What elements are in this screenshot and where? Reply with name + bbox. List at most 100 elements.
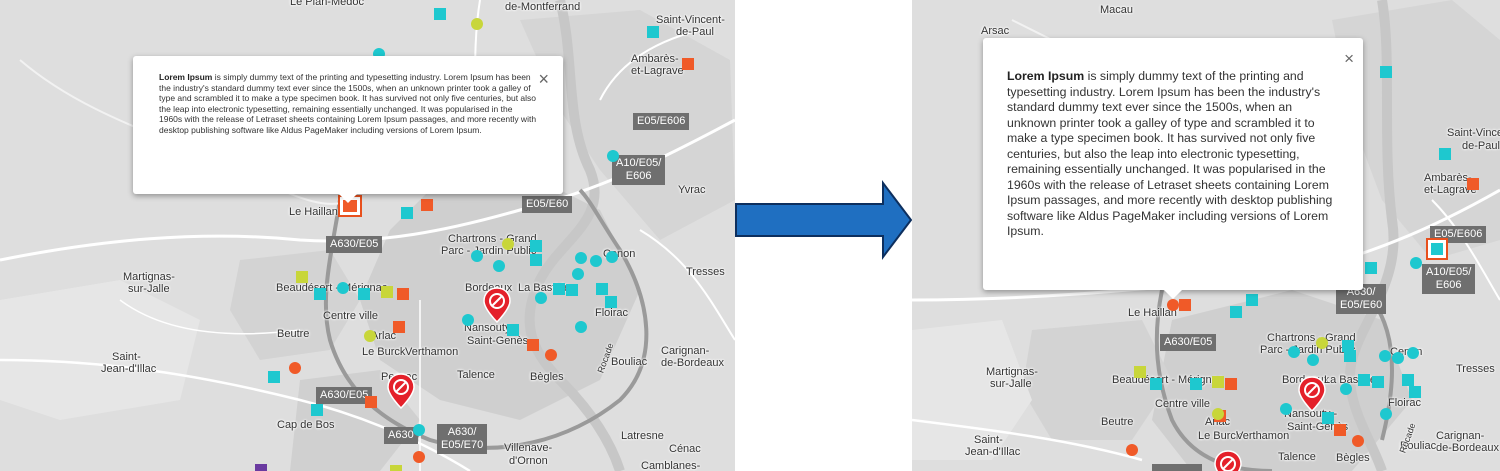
teal-square-marker[interactable]	[1402, 374, 1414, 386]
orange-square-marker[interactable]	[421, 199, 433, 211]
lime-square-marker[interactable]	[1212, 376, 1224, 388]
teal-circle-marker[interactable]	[1379, 350, 1391, 362]
teal-circle-marker[interactable]	[575, 252, 587, 264]
teal-circle-marker[interactable]	[607, 150, 619, 162]
orange-circle-marker[interactable]	[1126, 444, 1138, 456]
teal-circle-marker[interactable]	[493, 260, 505, 272]
teal-square-marker[interactable]	[1380, 66, 1392, 78]
teal-square-marker[interactable]	[1190, 378, 1202, 390]
lime-circle-marker[interactable]	[502, 238, 514, 250]
orange-square-marker[interactable]	[393, 321, 405, 333]
teal-square-marker[interactable]	[358, 288, 370, 300]
place-label: Camblanes-	[641, 460, 701, 471]
orange-circle-marker[interactable]	[413, 451, 425, 463]
place-label: Talence	[457, 369, 495, 381]
popup-title: Lorem Ipsum	[159, 72, 213, 82]
place-label: Centre ville	[323, 310, 379, 322]
lime-square-marker[interactable]	[1134, 366, 1146, 378]
teal-circle-marker[interactable]	[575, 321, 587, 333]
orange-circle-marker[interactable]	[545, 349, 557, 361]
orange-square-marker[interactable]	[527, 339, 539, 351]
orange-circle-marker[interactable]	[289, 362, 301, 374]
teal-circle-marker[interactable]	[337, 282, 349, 294]
selected-marker[interactable]	[1426, 238, 1448, 260]
orange-square-marker[interactable]	[1225, 378, 1237, 390]
place-label: Jean-d'Illac	[965, 446, 1021, 458]
teal-square-marker[interactable]	[1230, 306, 1242, 318]
popup-tail	[339, 194, 357, 203]
teal-square-marker[interactable]	[507, 324, 519, 336]
orange-square-marker[interactable]	[1334, 424, 1346, 436]
teal-square-marker[interactable]	[268, 371, 280, 383]
teal-square-marker[interactable]	[566, 284, 578, 296]
popup-tail	[1164, 290, 1182, 299]
teal-circle-marker[interactable]	[606, 251, 618, 263]
lime-circle-marker[interactable]	[471, 18, 483, 30]
place-label: Beaudésert - Mérignac	[1112, 374, 1224, 386]
teal-square-marker[interactable]	[1246, 294, 1258, 306]
purple-square-marker[interactable]	[255, 464, 267, 471]
close-icon[interactable]: ×	[538, 70, 549, 88]
teal-square-marker[interactable]	[647, 26, 659, 38]
teal-circle-marker[interactable]	[1392, 352, 1404, 364]
teal-square-marker[interactable]	[1372, 376, 1384, 388]
teal-square-marker[interactable]	[1439, 148, 1451, 160]
teal-circle-marker[interactable]	[413, 424, 425, 436]
teal-square-marker[interactable]	[1365, 262, 1377, 274]
map-pin-icon[interactable]	[387, 373, 415, 409]
place-label: Chartrons - Grand	[448, 233, 537, 245]
lime-circle-marker[interactable]	[1316, 337, 1328, 349]
teal-circle-marker[interactable]	[572, 268, 584, 280]
lime-square-marker[interactable]	[390, 465, 402, 471]
teal-square-marker[interactable]	[401, 207, 413, 219]
orange-square-marker[interactable]	[365, 396, 377, 408]
teal-circle-marker[interactable]	[1410, 257, 1422, 269]
teal-square-marker[interactable]	[1409, 386, 1421, 398]
teal-circle-marker[interactable]	[462, 314, 474, 326]
teal-square-marker[interactable]	[434, 8, 446, 20]
teal-circle-marker[interactable]	[535, 292, 547, 304]
close-icon[interactable]: ×	[1344, 50, 1354, 67]
teal-circle-marker[interactable]	[590, 255, 602, 267]
teal-circle-marker[interactable]	[1288, 346, 1300, 358]
teal-square-marker[interactable]	[1344, 350, 1356, 362]
map-pin-icon[interactable]	[483, 287, 511, 323]
teal-circle-marker[interactable]	[1380, 408, 1392, 420]
teal-square-marker[interactable]	[314, 288, 326, 300]
orange-square-marker[interactable]	[1179, 299, 1191, 311]
orange-circle-marker[interactable]	[1352, 435, 1364, 447]
map-pin-icon[interactable]	[1214, 450, 1242, 471]
teal-square-marker[interactable]	[605, 296, 617, 308]
orange-square-marker[interactable]	[397, 288, 409, 300]
map-pin-icon[interactable]	[1298, 376, 1326, 412]
lime-circle-marker[interactable]	[364, 330, 376, 342]
teal-circle-marker[interactable]	[1407, 347, 1419, 359]
lime-circle-marker[interactable]	[1212, 408, 1224, 420]
teal-square-marker[interactable]	[1358, 374, 1370, 386]
teal-square-marker[interactable]	[311, 404, 323, 416]
lime-square-marker[interactable]	[296, 271, 308, 283]
teal-circle-marker[interactable]	[471, 250, 483, 262]
place-label: d'Ornon	[509, 455, 548, 467]
teal-square-marker[interactable]	[553, 283, 565, 295]
lime-square-marker[interactable]	[381, 286, 393, 298]
road-shield-line: E606	[1435, 279, 1462, 291]
teal-square-marker[interactable]	[596, 283, 608, 295]
place-label: Saint-	[112, 351, 141, 363]
teal-circle-marker[interactable]	[1307, 354, 1319, 366]
map-after[interactable]: Macau Arsac Saint-Vincent- de-Paul Ambar…	[912, 0, 1500, 471]
teal-square-marker[interactable]	[530, 240, 542, 252]
orange-circle-marker[interactable]	[1167, 299, 1179, 311]
place-label: Cap de Bos	[277, 419, 335, 431]
place-label: de-Paul	[676, 26, 714, 38]
teal-circle-marker[interactable]	[1340, 383, 1352, 395]
teal-square-marker[interactable]	[1322, 412, 1334, 424]
teal-circle-marker[interactable]	[1280, 403, 1292, 415]
teal-square-marker[interactable]	[530, 254, 542, 266]
place-label: Verthamon	[1236, 430, 1290, 442]
road-shield: A630/E05	[316, 387, 373, 404]
teal-square-marker[interactable]	[1150, 378, 1162, 390]
map-before[interactable]: Le Pian-Médoc de-Montferrand Saint-Vince…	[0, 0, 735, 471]
orange-square-marker[interactable]	[682, 58, 694, 70]
orange-square-marker[interactable]	[1467, 178, 1479, 190]
